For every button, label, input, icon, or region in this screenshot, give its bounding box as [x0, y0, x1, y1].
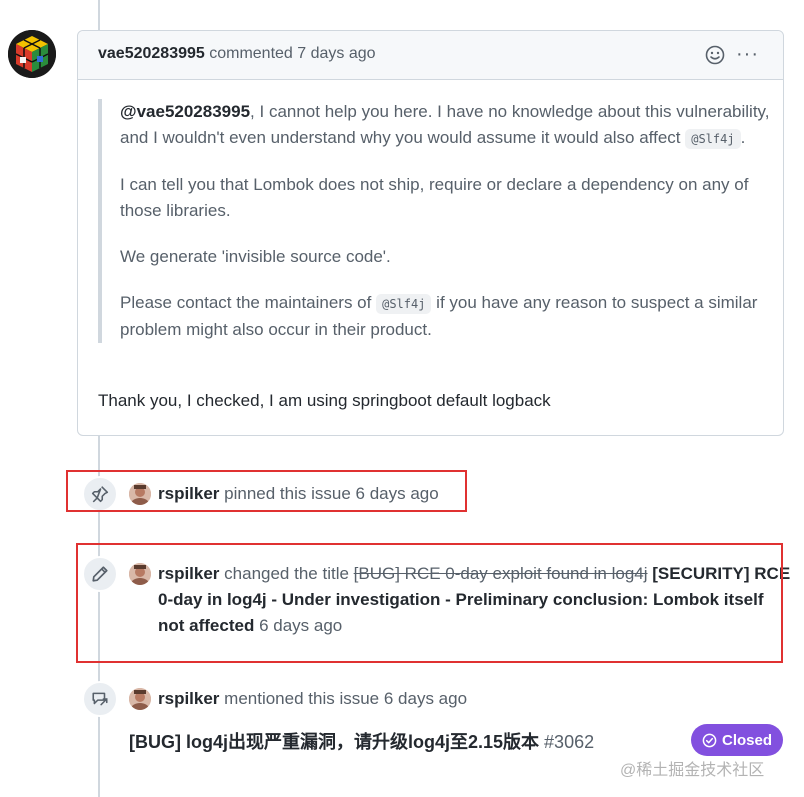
kebab-menu-icon[interactable]: ···	[736, 43, 759, 66]
comment-header: vae520283995 commented 7 days ago ···	[78, 31, 783, 80]
inline-code: @Slf4j	[376, 294, 432, 314]
quote-paragraph-4: Please contact the maintainers of @Slf4j…	[120, 290, 780, 343]
event-action: mentioned this issue	[219, 689, 384, 708]
user-mention-link[interactable]: @vae520283995	[120, 102, 250, 121]
highlight-box	[76, 543, 783, 663]
closed-status-badge: Closed	[691, 724, 783, 756]
referenced-issue-number[interactable]: #3062	[544, 732, 594, 752]
cross-reference-event-icon	[82, 681, 118, 717]
event-author-link[interactable]: rspilker	[158, 689, 219, 708]
comment-action: commented	[204, 45, 298, 62]
smiley-reaction-icon[interactable]	[705, 45, 725, 70]
comment-box: vae520283995 commented 7 days ago ··· @v…	[77, 30, 784, 436]
comment-time[interactable]: 7 days ago	[297, 45, 375, 62]
quote-paragraph-3: We generate 'invisible source code'.	[120, 247, 391, 266]
event-time[interactable]: 6 days ago	[384, 689, 467, 708]
rubik-cube-avatar-icon	[8, 30, 56, 78]
mention-event-text: rspilker mentioned this issue 6 days ago	[158, 686, 467, 712]
cross-reference-icon	[92, 692, 108, 706]
status-label: Closed	[721, 731, 772, 749]
blockquote: @vae520283995, I cannot help you here. I…	[98, 99, 780, 343]
referenced-issue-link[interactable]: [BUG] log4j出现严重漏洞，请升级log4j至2.15版本 #3062	[129, 728, 594, 754]
watermark: @稀土掘金技术社区	[620, 762, 765, 779]
quote-paragraph-1: @vae520283995, I cannot help you here. I…	[120, 99, 780, 152]
quote-text: .	[740, 128, 746, 147]
referenced-issue-title[interactable]: [BUG] log4j出现严重漏洞，请升级log4j至2.15版本	[129, 732, 539, 752]
highlight-box	[66, 470, 467, 512]
comment-meta: vae520283995 commented 7 days ago	[98, 45, 376, 63]
check-circle-icon	[702, 733, 717, 747]
avatar[interactable]	[8, 30, 56, 78]
inline-code: @Slf4j	[685, 129, 741, 149]
quote-paragraph-2: I can tell you that Lombok does not ship…	[120, 175, 749, 220]
comment-author-link[interactable]: vae520283995	[98, 45, 205, 62]
avatar[interactable]	[129, 688, 151, 710]
quote-text: Please contact the maintainers of	[120, 293, 377, 312]
comment-reply-text: Thank you, I checked, I am using springb…	[98, 391, 551, 410]
